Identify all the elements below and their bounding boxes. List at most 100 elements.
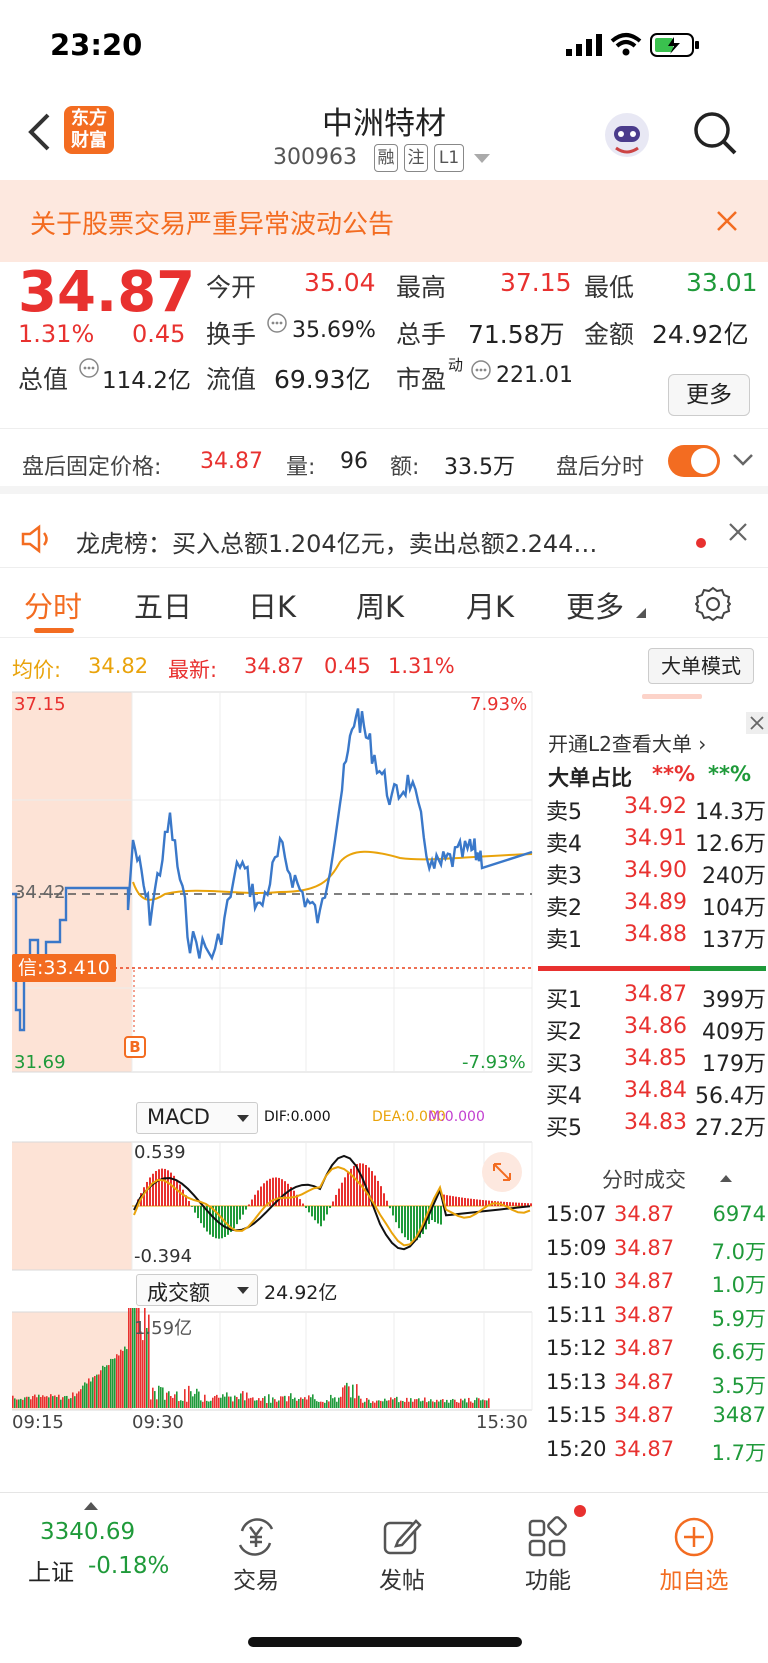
volume-bar <box>210 1400 212 1408</box>
volume-bar <box>30 1399 32 1408</box>
volume-bar <box>320 1401 322 1408</box>
trades-title[interactable]: 分时成交 <box>602 1164 686 1194</box>
volume-bar <box>454 1399 456 1408</box>
nav-functions[interactable]: 功能 <box>488 1515 608 1595</box>
pct-axis-top-label: 7.93% <box>470 694 528 715</box>
volume-bar <box>118 1355 120 1408</box>
robot-avatar-icon[interactable] <box>602 110 652 160</box>
trade-time: 15:09 <box>546 1235 607 1260</box>
ask-level-label: 卖1 <box>546 928 582 953</box>
dragon-tiger-text[interactable]: 龙虎榜：买入总额1.204亿元，卖出总额2.244… <box>76 524 676 559</box>
after-hours-toggle[interactable] <box>668 445 720 477</box>
announcement-text[interactable]: 关于股票交易严重异常波动公告 <box>30 204 394 241</box>
info-icon[interactable] <box>78 357 100 379</box>
ask-price: 34.88 <box>624 922 687 947</box>
index-value[interactable]: 3340.69 <box>40 1519 135 1545</box>
index-name[interactable]: 上证 <box>28 1553 74 1587</box>
volume-bar <box>332 1398 334 1408</box>
volume-bar <box>114 1358 116 1408</box>
macd-bar <box>485 1200 487 1206</box>
nav-trade[interactable]: 交易 <box>196 1515 316 1595</box>
bid-strength-bar <box>538 966 690 971</box>
macd-bar <box>149 1177 151 1206</box>
macd-bar <box>461 1197 463 1206</box>
announcement-banner[interactable]: 关于股票交易严重异常波动公告 <box>0 180 768 262</box>
volume-bar <box>62 1397 64 1408</box>
open-value: 35.04 <box>304 268 376 297</box>
chevron-down-icon[interactable] <box>732 453 754 467</box>
bid-price: 34.87 <box>624 982 687 1007</box>
badge-level1[interactable]: L1 <box>434 144 464 172</box>
back-icon[interactable] <box>26 112 52 152</box>
tab-monthly-k[interactable]: 月K <box>466 584 514 626</box>
buy-marker[interactable]: B <box>124 1036 146 1058</box>
volume-bar <box>196 1388 198 1408</box>
index-percent[interactable]: -0.18% <box>88 1553 169 1579</box>
mktcap-label: 总值 <box>18 365 69 394</box>
close-icon[interactable] <box>716 210 738 232</box>
macd-bar <box>278 1177 280 1206</box>
volume-bar <box>266 1403 268 1408</box>
volume-bar <box>158 1385 160 1408</box>
logo-text-top: 东方 <box>71 108 107 129</box>
volume-bar <box>488 1398 490 1408</box>
tab-timeshare[interactable]: 分时 <box>24 584 82 626</box>
trade-volume: 3487 <box>712 1403 766 1427</box>
l2-upgrade-link[interactable]: 开通L2查看大单 › <box>548 728 706 757</box>
big-order-mode-button[interactable]: 大单模式 <box>648 648 754 684</box>
volume-bar <box>362 1402 364 1408</box>
expand-button[interactable] <box>482 1152 522 1192</box>
ask-level-label: 卖4 <box>546 832 582 857</box>
nav-functions-label: 功能 <box>525 1568 571 1594</box>
macd-bar <box>326 1206 328 1215</box>
volume-bar <box>256 1400 258 1408</box>
pct-axis-bottom-label: -7.93% <box>462 1052 526 1073</box>
volume-bar <box>150 1399 152 1408</box>
volume-value: 71.58万 <box>468 320 565 349</box>
volume-bar <box>64 1396 66 1408</box>
volume-bar <box>420 1401 422 1408</box>
macd-bar <box>245 1206 247 1210</box>
tab-more[interactable]: 更多 <box>566 584 624 626</box>
after-hours-amount-label: 额: <box>390 455 420 480</box>
ask-level-label: 卖2 <box>546 896 582 921</box>
tab-daily-k[interactable]: 日K <box>248 584 296 626</box>
volume-selector[interactable]: 成交额 <box>136 1274 258 1306</box>
volume-bar <box>354 1398 356 1408</box>
signal-price-tag[interactable]: 信:33.410 <box>12 954 116 982</box>
trade-row: 15:13 34.87 3.5万 <box>546 1370 766 1404</box>
dropdown-arrow-icon[interactable] <box>474 154 490 164</box>
info-icon[interactable] <box>470 359 492 381</box>
volume-bar <box>396 1396 398 1408</box>
volume-bar <box>262 1397 264 1408</box>
volume-bar <box>200 1400 202 1408</box>
volume-bar <box>50 1394 52 1408</box>
macd-bar <box>509 1202 511 1206</box>
intraday-chart[interactable]: 37.15 34.42 31.69 7.93% -7.93% 信:33.410 … <box>0 690 534 1470</box>
search-icon[interactable] <box>692 110 738 156</box>
ask-level-label: 卖5 <box>546 800 582 825</box>
close-icon[interactable] <box>746 712 768 734</box>
info-icon[interactable] <box>266 312 288 334</box>
app-logo[interactable]: 东方 财富 <box>64 106 114 154</box>
sort-up-icon[interactable] <box>720 1174 732 1182</box>
volume-bar <box>444 1402 446 1408</box>
dragon-tiger-bar[interactable]: 龙虎榜：买入总额1.204亿元，卖出总额2.244… <box>0 502 768 568</box>
nav-post[interactable]: 发帖 <box>342 1515 462 1595</box>
nav-add-watchlist[interactable]: 加自选 <box>634 1515 754 1595</box>
macd-bar <box>257 1190 259 1206</box>
macd-bar <box>191 1206 193 1207</box>
bid-row: 买3 34.85 179万 <box>546 1046 766 1078</box>
volume-bar <box>450 1399 452 1408</box>
amount-label: 金额 <box>584 320 635 349</box>
tab-weekly-k[interactable]: 周K <box>356 584 404 626</box>
gear-icon[interactable] <box>695 586 731 622</box>
more-button[interactable]: 更多 <box>668 374 750 416</box>
turnover-value: 35.69% <box>292 318 376 343</box>
tab-five-day[interactable]: 五日 <box>134 584 192 626</box>
bid-row: 买5 34.83 27.2万 <box>546 1110 766 1142</box>
close-icon[interactable] <box>728 522 748 542</box>
chart-canvas[interactable] <box>0 690 534 1470</box>
amount-value: 24.92亿 <box>652 320 749 349</box>
macd-selector[interactable]: MACD <box>136 1102 258 1134</box>
